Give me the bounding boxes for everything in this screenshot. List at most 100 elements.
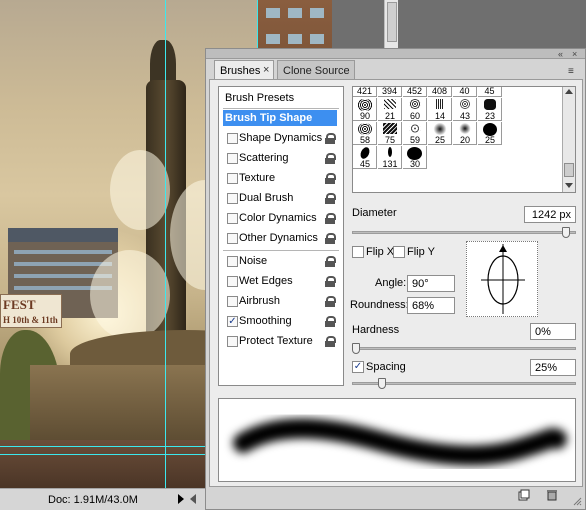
brush-tip[interactable]: 90 [353, 98, 377, 121]
settings-item-wet-edges[interactable]: Wet Edges [219, 272, 343, 292]
lock-icon[interactable] [325, 133, 336, 144]
new-brush-icon[interactable] [518, 489, 530, 501]
tab-brushes[interactable]: Brushes × [214, 60, 274, 80]
settings-item-noise[interactable]: Noise [219, 252, 343, 272]
lock-icon[interactable] [325, 336, 336, 347]
lock-icon[interactable] [325, 256, 336, 267]
diameter-label: Diameter [352, 207, 397, 219]
brush-size-label[interactable]: 45 [478, 87, 502, 97]
lock-icon[interactable] [325, 296, 336, 307]
checkbox-checked[interactable]: ✓ [227, 316, 238, 327]
brush-tip[interactable]: 21 [378, 98, 402, 121]
scrollbar-thumb[interactable] [387, 2, 397, 42]
diameter-field[interactable]: 1242 px [524, 206, 576, 223]
checkbox[interactable] [227, 213, 238, 224]
lock-icon[interactable] [325, 173, 336, 184]
settings-item-scattering[interactable]: Scattering [219, 149, 343, 169]
settings-item-texture[interactable]: Texture [219, 169, 343, 189]
hardness-field[interactable]: 0% [530, 323, 576, 340]
lock-icon[interactable] [325, 153, 336, 164]
brush-tip[interactable]: 58 [353, 122, 377, 145]
brush-tip[interactable]: 23 [478, 98, 502, 121]
close-icon[interactable]: × [572, 49, 577, 59]
brush-tip[interactable]: 59 [403, 122, 427, 145]
brush-tip[interactable]: 43 [453, 98, 477, 121]
brush-size-label[interactable]: 452 [403, 87, 427, 97]
checkbox[interactable] [227, 193, 238, 204]
resize-grip-icon[interactable] [572, 496, 582, 506]
status-menu-arrow-icon[interactable] [178, 494, 184, 504]
checkbox[interactable] [227, 296, 238, 307]
flip-x-checkbox[interactable] [352, 246, 364, 258]
settings-item-protect-texture[interactable]: Protect Texture [219, 332, 343, 352]
roundness-field[interactable]: 68% [407, 297, 455, 314]
settings-item-label: Shape Dynamics [239, 132, 323, 144]
canvas-vertical-scrollbar[interactable] [384, 0, 398, 48]
checkbox[interactable] [227, 233, 238, 244]
checkbox[interactable] [227, 336, 238, 347]
panel-title-bar[interactable]: « × [206, 49, 585, 59]
checkbox[interactable] [227, 153, 238, 164]
brush-tip[interactable]: 131 [378, 146, 402, 169]
brush-grid-scrollbar[interactable] [562, 87, 575, 192]
brush-size-label[interactable]: 394 [378, 87, 402, 97]
brush-tip[interactable]: 45 [353, 145, 377, 169]
settings-item-brush-tip-shape[interactable]: Brush Tip Shape [219, 110, 343, 130]
spacing-checkbox[interactable]: ✓ [352, 361, 364, 373]
checkbox[interactable] [227, 256, 238, 267]
settings-item-shape-dynamics[interactable]: Shape Dynamics [219, 129, 343, 149]
settings-item-smoothing[interactable]: ✓ Smoothing [219, 312, 343, 332]
settings-item-dual-brush[interactable]: Dual Brush [219, 189, 343, 209]
collapse-icon[interactable]: « [558, 49, 563, 59]
scrollbar-thumb[interactable] [564, 163, 574, 177]
settings-item-airbrush[interactable]: Airbrush [219, 292, 343, 312]
lock-icon[interactable] [325, 276, 336, 287]
trash-icon[interactable] [546, 489, 558, 501]
spacing-field[interactable]: 25% [530, 359, 576, 376]
brush-tip[interactable]: 60 [403, 98, 427, 121]
guide-line[interactable] [165, 0, 166, 488]
panel-menu-icon[interactable]: ≡ [568, 66, 574, 77]
lock-icon[interactable] [325, 213, 336, 224]
brush-tip[interactable]: 14 [428, 98, 452, 121]
tab-clone-source[interactable]: Clone Source [277, 60, 355, 80]
checkbox[interactable] [227, 133, 238, 144]
angle-roundness-preview[interactable] [466, 241, 538, 317]
lock-icon[interactable] [325, 193, 336, 204]
diameter-slider[interactable] [352, 231, 576, 234]
banner-title: FEST [3, 297, 36, 312]
checkbox[interactable] [227, 276, 238, 287]
brush-tip[interactable]: 25 [478, 122, 502, 145]
hardness-slider[interactable] [352, 347, 576, 350]
settings-item-label: Smoothing [239, 315, 292, 327]
scroll-down-icon[interactable] [565, 183, 573, 188]
hardness-slider-knob[interactable] [352, 343, 360, 354]
lock-icon[interactable] [325, 233, 336, 244]
settings-item-label: Protect Texture [239, 335, 313, 347]
lock-icon[interactable] [325, 316, 336, 327]
spacing-slider-knob[interactable] [377, 378, 386, 389]
workspace-background [332, 0, 586, 48]
settings-item-brush-presets[interactable]: Brush Presets [219, 89, 343, 109]
flip-y-checkbox[interactable] [393, 246, 405, 258]
checkbox[interactable] [227, 173, 238, 184]
brush-tip[interactable]: 25 [428, 122, 452, 145]
brush-size-label[interactable]: 40 [453, 87, 477, 97]
brush-angle-icon[interactable] [467, 242, 539, 318]
brush-tip-grid: 421 394 452 408 40 45 90 21 60 14 43 23 … [352, 86, 576, 193]
brush-tip-size: 23 [484, 111, 495, 121]
settings-item-label: Dual Brush [239, 192, 294, 204]
scroll-up-icon[interactable] [565, 89, 573, 94]
settings-item-color-dynamics[interactable]: Color Dynamics [219, 209, 343, 229]
diameter-slider-knob[interactable] [561, 227, 570, 238]
scroll-left-icon[interactable] [190, 494, 196, 504]
settings-item-label: Color Dynamics [239, 212, 317, 224]
brush-tip[interactable]: 75 [378, 122, 402, 145]
brush-size-label[interactable]: 421 [353, 87, 377, 97]
brush-tip[interactable]: 20 [453, 122, 477, 145]
brush-size-label[interactable]: 408 [428, 87, 452, 97]
angle-field[interactable]: 90° [407, 275, 455, 292]
close-tab-icon[interactable]: × [263, 64, 269, 76]
settings-item-other-dynamics[interactable]: Other Dynamics [219, 229, 343, 249]
brush-tip-selected[interactable]: 30 [403, 146, 427, 169]
